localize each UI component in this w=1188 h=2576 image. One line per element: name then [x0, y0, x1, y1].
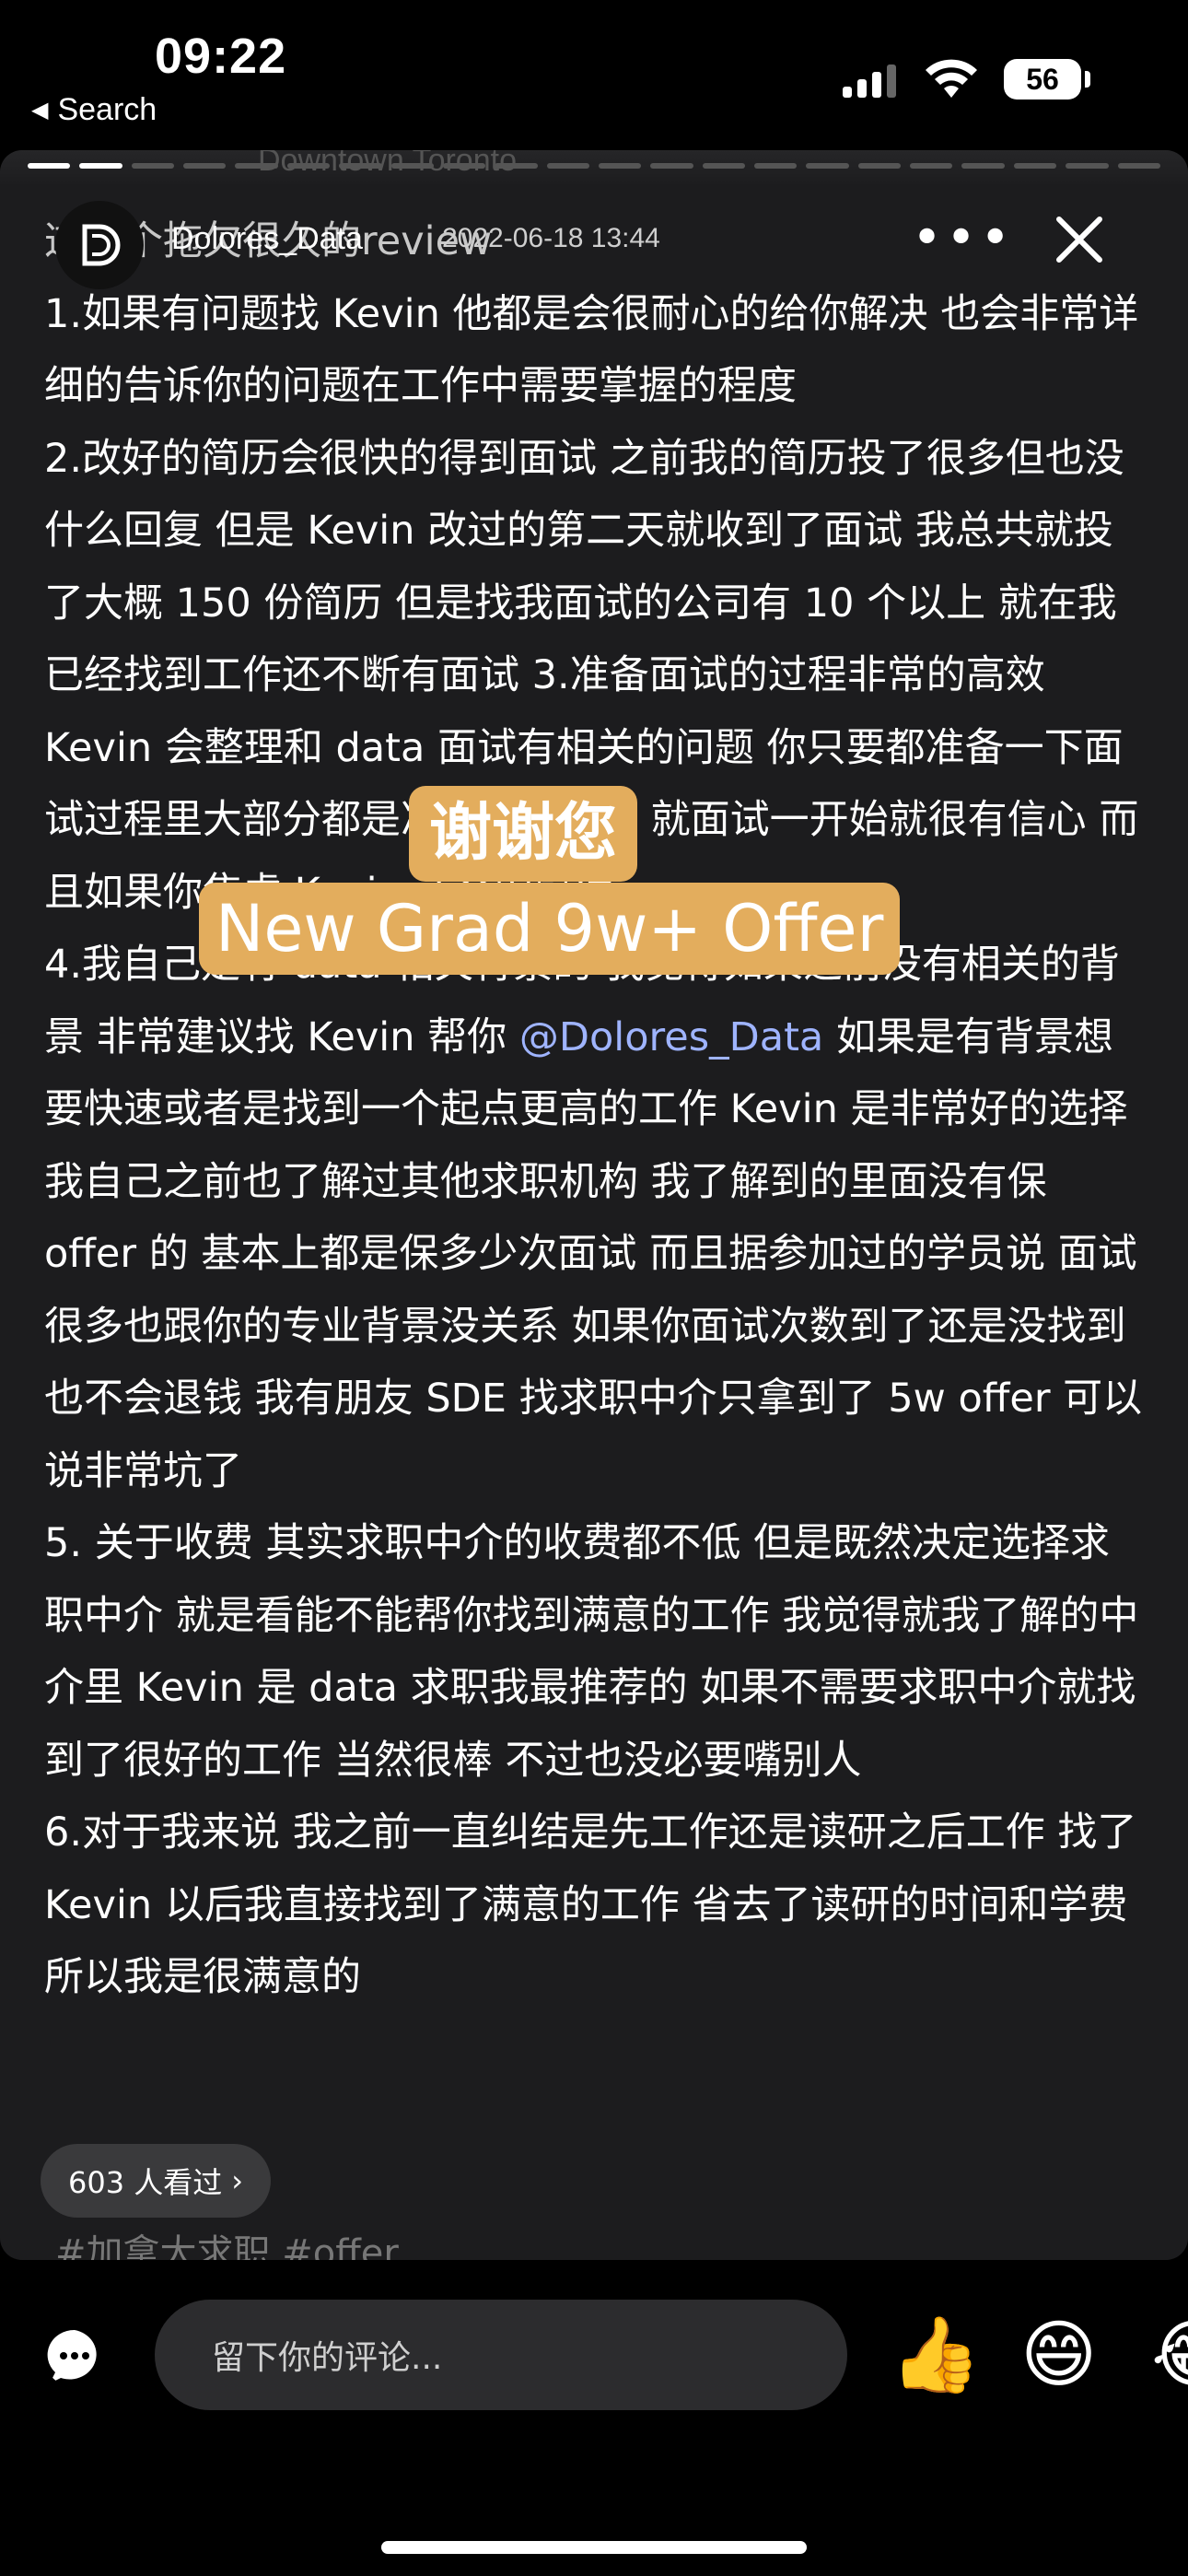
views-count: 603 人看过: [68, 2165, 223, 2200]
post-date: 2022-06-18 13:44: [442, 223, 660, 253]
comment-icon[interactable]: [44, 2326, 105, 2387]
author-name[interactable]: Dolores_Data: [171, 221, 363, 257]
story-paragraph-4-rest: 如果是有背景想要快速或者是找到一个起点更高的工作 Kevin 是非常好的选择 我…: [44, 1013, 1143, 1494]
more-options-icon[interactable]: •••: [912, 208, 1014, 268]
story-card[interactable]: Downtown Toronto 这一个拖欠很久的review 1.如果有问题找…: [0, 150, 1188, 2260]
close-icon[interactable]: [1050, 210, 1109, 269]
status-time: 09:22: [155, 29, 287, 84]
story-header: Dolores_Data 2022-06-18 13:44 •••: [55, 201, 1142, 293]
story-paragraph-1: 1.如果有问题找 Kevin 他都是会很耐心的给你解决 也会非常详细的告诉你的问…: [44, 290, 1139, 410]
grinning-face-icon[interactable]: 😄: [1020, 2311, 1097, 2399]
status-bar: 09:22 ◀ Search 56: [0, 0, 1188, 147]
mention-link[interactable]: @Dolores_Data: [519, 1014, 823, 1060]
offer-sticker: New Grad 9w+ Offer: [199, 883, 901, 975]
views-count-button[interactable]: 603 人看过 ›: [41, 2144, 272, 2218]
author-logo-icon: [82, 224, 121, 266]
story-paragraph-5: 5. 关于收费 其实求职中介的收费都不低 但是既然决定选择求职中介 就是看能不能…: [44, 1520, 1139, 1784]
story-progress-bar: [28, 163, 1160, 169]
background-post-strip: [0, 150, 1188, 187]
home-indicator[interactable]: [381, 2541, 807, 2554]
story-paragraph-6: 6.对于我来说 我之前一直纠结是先工作还是读研之后工作 找了 Kevin 以后我…: [44, 1809, 1137, 2000]
back-to-search-button[interactable]: ◀ Search: [31, 92, 157, 128]
avatar[interactable]: [55, 201, 144, 289]
comment-input[interactable]: 留下你的评论...: [155, 2300, 847, 2410]
cellular-signal-icon: [843, 64, 896, 98]
back-label: Search: [57, 92, 157, 127]
thumbs-up-icon[interactable]: 👍: [890, 2311, 982, 2399]
laughing-tears-icon[interactable]: 😂: [1151, 2311, 1188, 2399]
chevron-right-icon: ›: [231, 2163, 244, 2198]
battery-cap: [1085, 71, 1090, 88]
hashtags[interactable]: #加拿大求职 #offer: [55, 2223, 399, 2260]
story-paragraph-4: 4.我自己是有 data 相关背景的 我觉得如果之前没有相关的背景 非常建议找 …: [44, 929, 1149, 1507]
thank-you-sticker: 谢谢您: [409, 786, 638, 882]
back-triangle-icon: ◀: [31, 98, 49, 123]
wifi-icon: [926, 59, 977, 98]
battery-icon: 56: [1004, 59, 1081, 100]
story-body-text: 这一个拖欠很久的review 1.如果有问题找 Kevin 他都是会很耐心的给你…: [44, 205, 1149, 2014]
